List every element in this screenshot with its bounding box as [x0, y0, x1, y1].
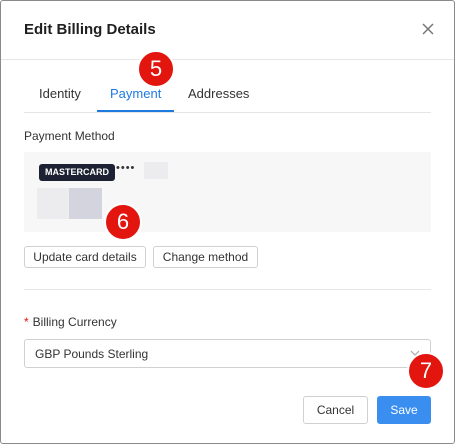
- card-number-placeholder: [144, 162, 168, 179]
- active-tab-indicator: [97, 110, 174, 112]
- dialog-header: Edit Billing Details: [1, 1, 454, 60]
- tab-bar: Identity Payment Addresses: [24, 79, 431, 113]
- card-brand-badge: MASTERCARD: [39, 164, 115, 181]
- annotation-badge-5: 5: [137, 50, 175, 88]
- section-divider: [24, 289, 431, 290]
- payment-method-panel: MASTERCARD ••••: [24, 152, 431, 232]
- tab-payment[interactable]: Payment: [110, 86, 161, 101]
- update-card-details-button[interactable]: Update card details: [24, 246, 146, 268]
- masked-card-number: ••••: [116, 162, 136, 174]
- annotation-badge-6: 6: [104, 203, 142, 241]
- change-method-button[interactable]: Change method: [153, 246, 258, 268]
- billing-currency-label: * Billing Currency: [24, 315, 117, 329]
- save-button[interactable]: Save: [377, 396, 431, 424]
- required-marker: *: [24, 315, 29, 329]
- card-detail-placeholder: [69, 188, 102, 219]
- billing-currency-select[interactable]: GBP Pounds Sterling: [24, 339, 431, 368]
- tab-identity[interactable]: Identity: [39, 86, 81, 101]
- cancel-button[interactable]: Cancel: [303, 396, 368, 424]
- billing-currency-value: GBP Pounds Sterling: [35, 347, 149, 361]
- payment-method-label: Payment Method: [24, 129, 115, 143]
- tab-addresses[interactable]: Addresses: [188, 86, 249, 101]
- card-detail-placeholder: [37, 188, 69, 219]
- close-icon[interactable]: [420, 21, 436, 37]
- dialog-title: Edit Billing Details: [24, 21, 156, 38]
- annotation-badge-7: 7: [407, 352, 445, 390]
- billing-currency-label-text: Billing Currency: [32, 315, 117, 329]
- edit-billing-dialog: Edit Billing Details Identity Payment Ad…: [0, 0, 455, 444]
